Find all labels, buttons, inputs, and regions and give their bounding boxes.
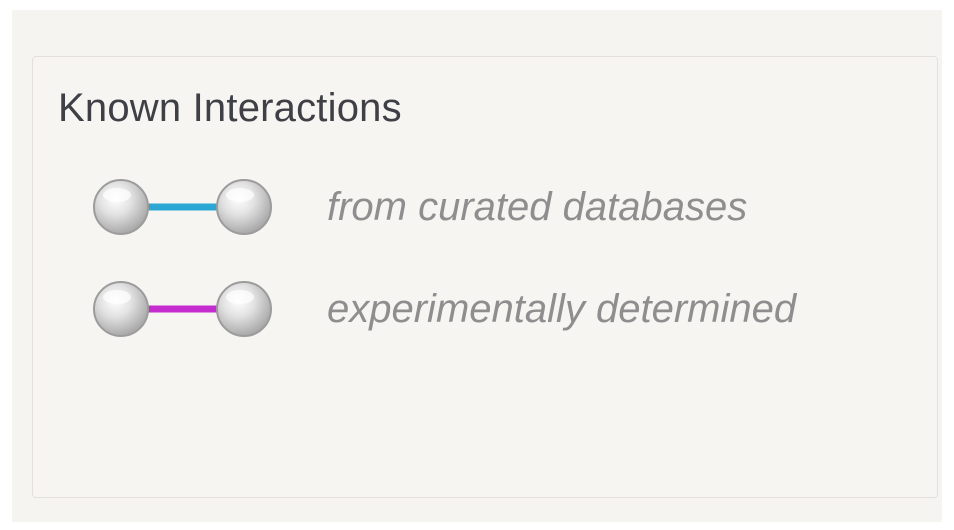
node-right bbox=[216, 281, 272, 337]
edge-node-pair-icon bbox=[93, 281, 272, 337]
node-right-highlight bbox=[226, 290, 254, 304]
node-left bbox=[93, 281, 149, 337]
page: Known Interactions from curated database… bbox=[0, 0, 954, 530]
node-left-highlight bbox=[103, 188, 131, 202]
node-right-highlight bbox=[226, 188, 254, 202]
legend-item-label: experimentally determined bbox=[327, 287, 797, 331]
node-left bbox=[93, 179, 149, 235]
legend-item-label: from curated databases bbox=[327, 185, 748, 229]
legend-item-curated-databases: from curated databases bbox=[89, 175, 909, 239]
node-right bbox=[216, 179, 272, 235]
legend-title: Known Interactions bbox=[58, 86, 402, 130]
node-left-highlight bbox=[103, 290, 131, 304]
edge-node-pair-icon bbox=[93, 179, 272, 235]
legend-item-experimentally-determined: experimentally determined bbox=[89, 277, 909, 341]
known-interactions-legend: Known Interactions from curated database… bbox=[32, 56, 938, 498]
